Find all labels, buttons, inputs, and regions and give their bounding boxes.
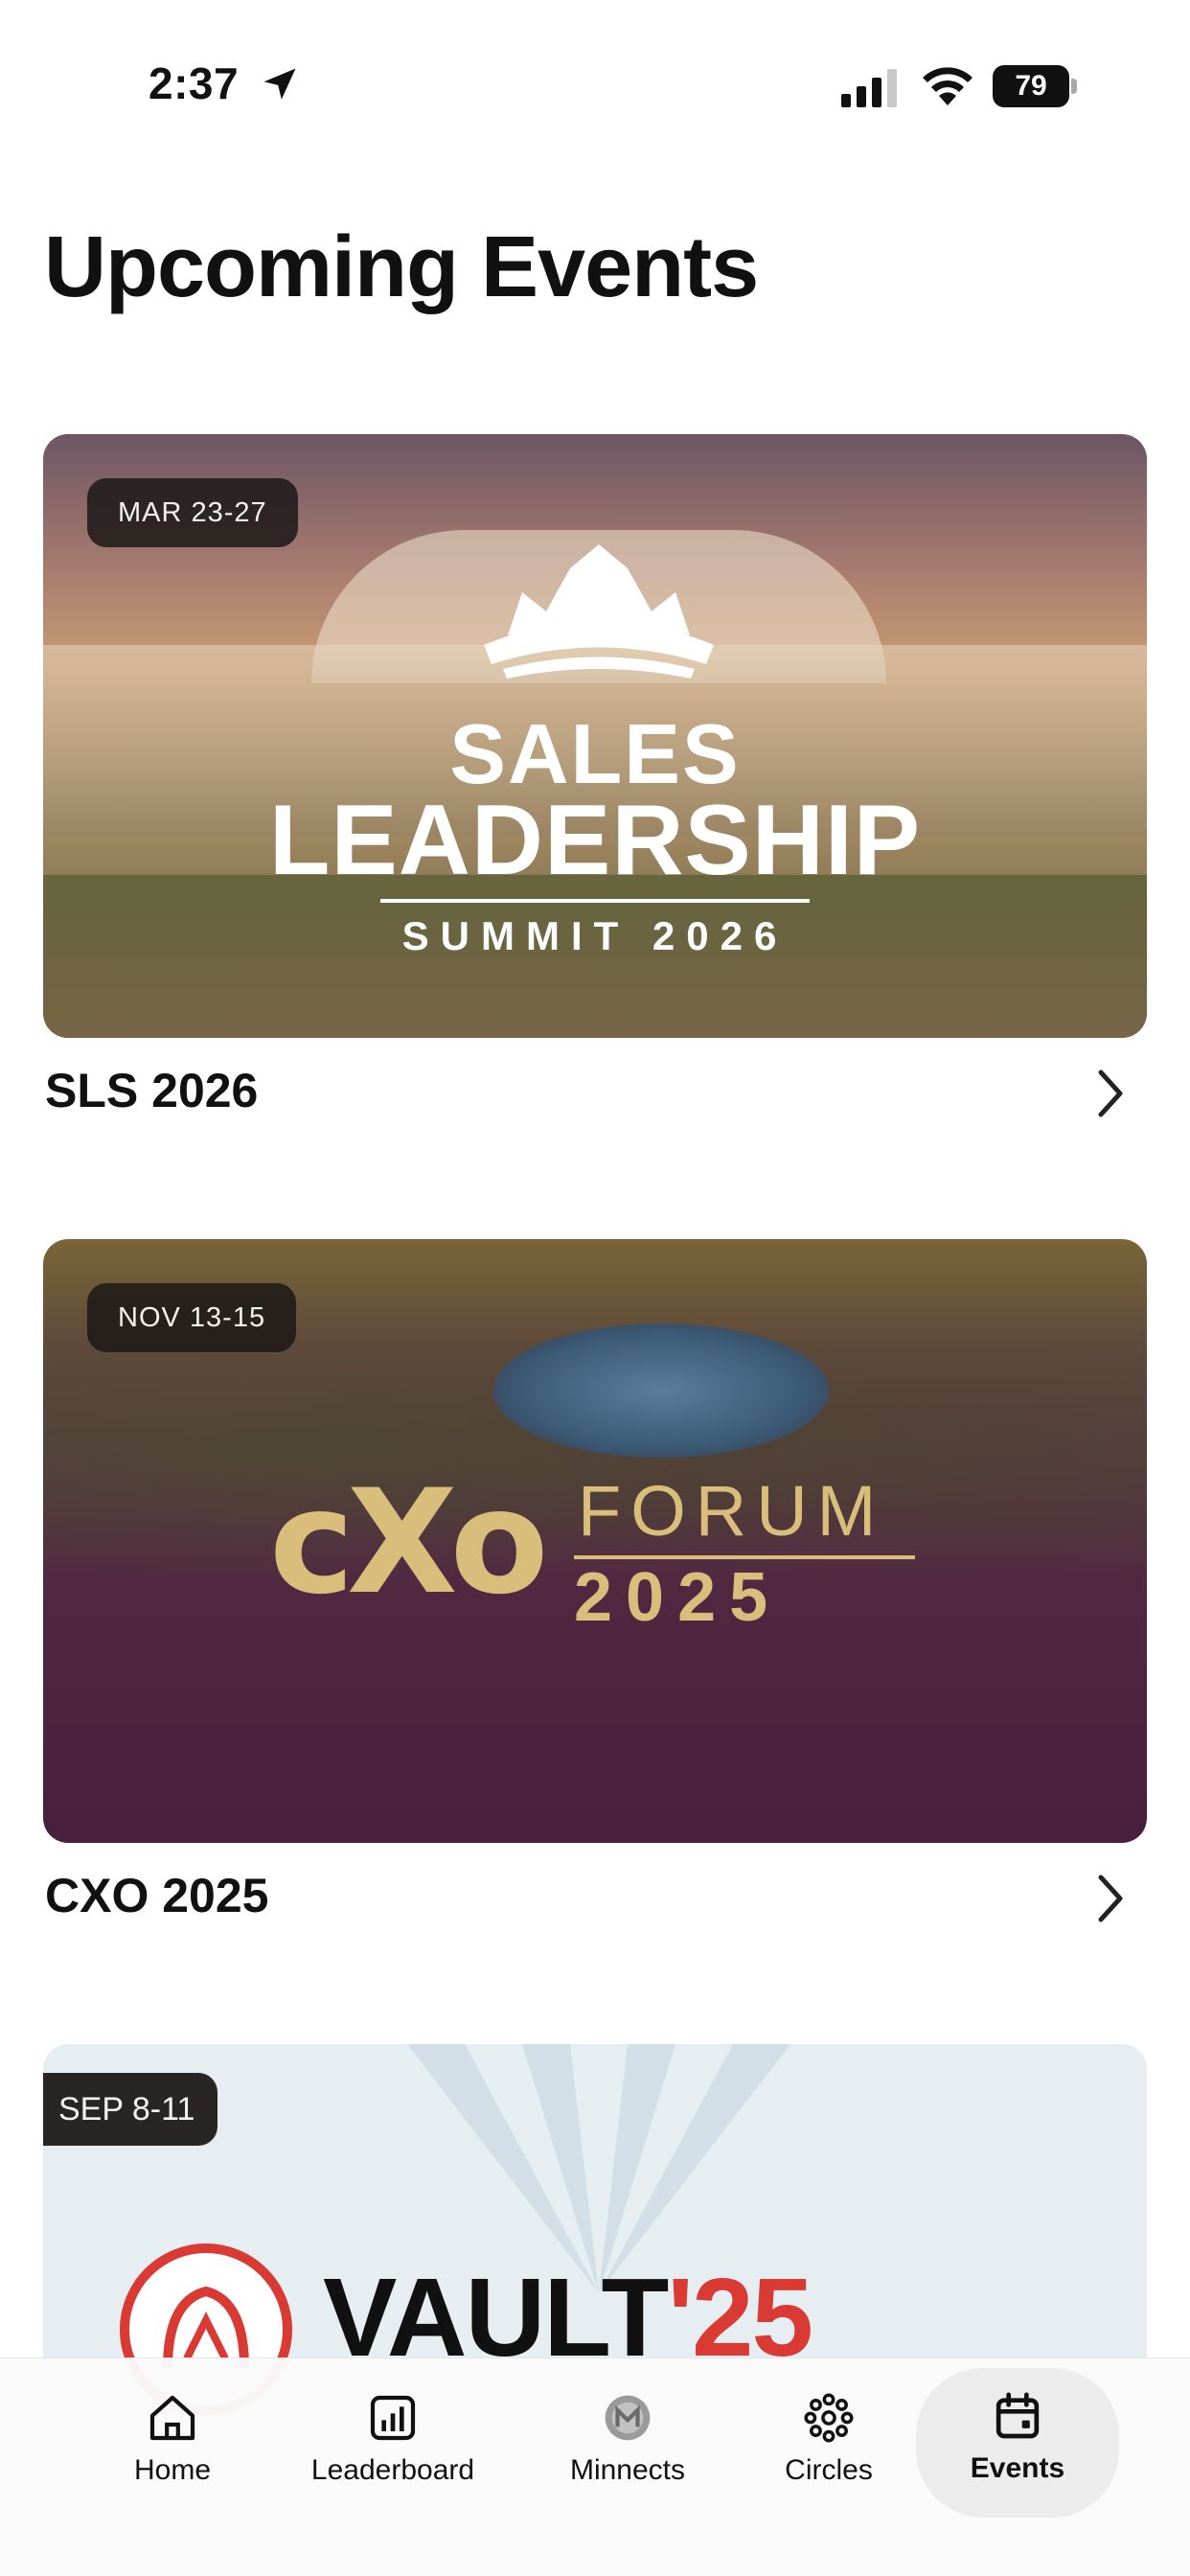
status-time: 2:37 — [149, 58, 240, 108]
page-title: Upcoming Events — [44, 219, 759, 315]
sls-title-line2: LEADERSHIP — [268, 785, 922, 896]
tab-label: Minnects — [569, 2454, 686, 2486]
wifi-icon — [923, 67, 973, 105]
cellular-signal-icon — [841, 69, 897, 107]
tab-label: Leaderboard — [310, 2454, 475, 2486]
sls-title-line1: SALES — [449, 706, 741, 801]
event-date-badge: NOV 13-15 — [87, 1283, 297, 1352]
battery-percent: 79 — [1015, 70, 1047, 102]
tab-leaderboard[interactable]: Leaderboard — [297, 2380, 489, 2514]
crown-logo-icon — [484, 544, 714, 678]
cxo-forum-logo: cXo FORUM 2025 — [269, 1460, 950, 1634]
chevron-right-icon[interactable] — [1093, 1872, 1128, 1925]
tab-events[interactable]: Events — [916, 2368, 1119, 2518]
calendar-icon — [995, 2392, 1040, 2439]
status-bar: 2:37 79 — [0, 0, 1190, 172]
event-date-badge: MAR 23-27 — [87, 478, 298, 547]
tab-label: Home — [133, 2454, 212, 2486]
battery-indicator: 79 — [993, 65, 1077, 107]
cxo-logo-mark: cXo — [269, 1460, 549, 1626]
leaderboard-icon — [370, 2395, 416, 2441]
circles-icon — [804, 2393, 854, 2443]
bottom-tab-bar: Home Leaderboard Minnects Circles Events — [0, 2358, 1190, 2576]
cxo-forum-year: 2025 — [574, 1559, 782, 1636]
tab-circles[interactable]: Circles — [767, 2380, 891, 2514]
sls-title-line3: SUMMIT 2026 — [401, 913, 789, 958]
tab-home[interactable]: Home — [115, 2380, 230, 2514]
event-name[interactable]: CXO 2025 — [45, 1868, 268, 1923]
minnects-icon — [605, 2395, 651, 2441]
event-name[interactable]: SLS 2026 — [45, 1063, 258, 1118]
home-icon — [149, 2395, 195, 2441]
event-image[interactable]: cXo FORUM 2025 NOV 13-15 — [43, 1239, 1147, 1843]
event-image[interactable]: SALES LEADERSHIP SUMMIT 2026 MAR 23-27 — [43, 434, 1147, 1038]
cxo-forum-word: FORUM — [578, 1471, 886, 1551]
tab-label: Circles — [785, 2454, 873, 2486]
tab-label: Events — [970, 2452, 1065, 2484]
tab-minnects[interactable]: Minnects — [551, 2380, 704, 2514]
chevron-right-icon[interactable] — [1093, 1067, 1128, 1120]
event-date-badge: SEP 8-11 — [43, 2073, 218, 2146]
location-arrow-icon — [263, 68, 296, 100]
